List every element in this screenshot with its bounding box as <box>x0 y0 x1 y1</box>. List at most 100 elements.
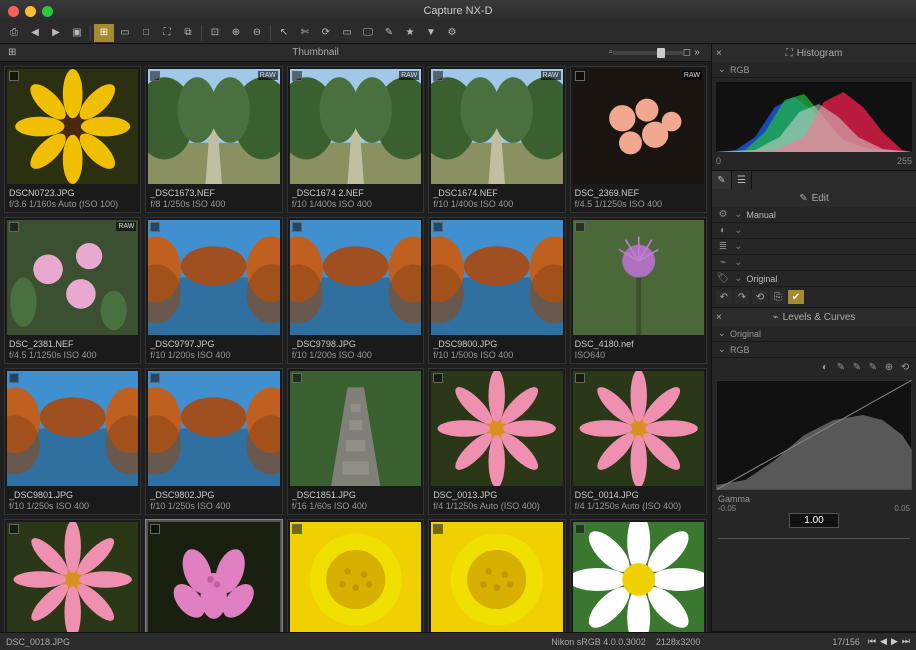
thumbnail-image[interactable] <box>148 371 279 486</box>
edit-row[interactable]: ≣ ⌄ <box>712 239 916 255</box>
thumbnail-cell[interactable]: _DSC9801.JPG f/10 1/250s ISO 400 <box>4 368 141 515</box>
thumbnail-cell[interactable]: RAW DSC_2369.NEF f/4.5 1/1250s ISO 400 <box>570 66 707 213</box>
eyedropper-icon[interactable]: ✎ <box>379 24 399 42</box>
thumbnail-cell[interactable]: DSC_4180.nef ISO640 <box>570 217 707 364</box>
grid-view-icon[interactable]: ⊞ <box>94 24 114 42</box>
edit-row[interactable]: 🏷 ⌄ Original <box>712 271 916 287</box>
compare-icon[interactable]: ⧉ <box>178 24 198 42</box>
chevron-down-icon[interactable]: ⌄ <box>718 344 726 355</box>
star-icon[interactable]: ★ <box>400 24 420 42</box>
thumbnail-image[interactable] <box>148 220 279 335</box>
thumbnail-size-slider[interactable] <box>613 51 683 55</box>
apply-icon[interactable]: ✔ <box>788 290 804 304</box>
thumbnail-cell[interactable]: RAW _DSC1673.NEF f/8 1/250s ISO 400 <box>145 66 282 213</box>
thumbnail-image[interactable]: RAW <box>7 220 138 335</box>
chevron-down-icon[interactable]: ⌄ <box>734 241 742 252</box>
screen-icon[interactable]: 🖵 <box>358 24 378 42</box>
thumbnail-image[interactable] <box>431 220 562 335</box>
levels-channel[interactable]: RGB <box>730 345 750 355</box>
gamma-value-input[interactable]: 1.00 <box>789 513 839 528</box>
nav-prev-icon[interactable]: ◀ <box>880 636 887 647</box>
single-view-icon[interactable]: □ <box>136 24 156 42</box>
edit-tab-meta-icon[interactable]: ☰ <box>732 171 752 189</box>
thumbnail-cell[interactable]: DSC_0013.JPG f/4 1/1250s Auto (ISO 400) <box>428 368 565 515</box>
panel-collapse-icon[interactable]: » <box>691 47 703 58</box>
thumbnail-image[interactable] <box>7 69 138 184</box>
thumbnail-cell[interactable]: DSCN0723.JPG f/3.6 1/160s Auto (ISO 100) <box>4 66 141 213</box>
rotate-icon[interactable]: ⟳ <box>316 24 336 42</box>
thumbnail-image[interactable] <box>573 522 704 632</box>
forward-icon[interactable]: ▶ <box>46 24 66 42</box>
thumbnail-image[interactable] <box>431 522 562 632</box>
reset-curve-icon[interactable]: ⟲ <box>898 360 912 374</box>
thumbnail-image[interactable] <box>148 522 279 632</box>
chevron-down-icon[interactable]: ⌄ <box>734 225 742 236</box>
nav-next-icon[interactable]: ▶ <box>891 636 898 647</box>
chevron-down-icon[interactable]: ⌄ <box>734 257 742 268</box>
thumbnail-cell[interactable]: RAW _DSC1674.NEF f/10 1/400s ISO 400 <box>428 66 565 213</box>
thumbnail-image[interactable] <box>290 371 421 486</box>
chevron-down-icon[interactable]: ⌄ <box>718 328 726 339</box>
close-levels-icon[interactable]: × <box>716 312 722 323</box>
thumbnail-image[interactable] <box>7 371 138 486</box>
thumbnail-cell[interactable]: _DSC9797.JPG f/10 1/200s ISO 400 <box>145 217 282 364</box>
window-minimize-button[interactable] <box>25 6 36 17</box>
thumbnail-image[interactable]: RAW <box>573 69 704 184</box>
fit-icon[interactable]: ⊡ <box>205 24 225 42</box>
print-icon[interactable]: ⎙ <box>4 24 24 42</box>
edit-row[interactable]: ⌁ ⌄ <box>712 255 916 271</box>
add-point-icon[interactable]: ⊕ <box>882 360 896 374</box>
auto-contrast-icon[interactable]: ◐ <box>818 360 832 374</box>
chevron-down-icon[interactable]: ⌄ <box>734 209 742 220</box>
thumbnail-image[interactable] <box>573 220 704 335</box>
edit-row[interactable]: ⚙ ⌄ Manual <box>712 207 916 223</box>
thumbnail-image[interactable] <box>431 371 562 486</box>
straighten-icon[interactable]: ▭ <box>337 24 357 42</box>
undo-icon[interactable]: ↶ <box>716 290 732 304</box>
nav-last-icon[interactable]: ⏭ <box>902 636 910 647</box>
fullscreen-icon[interactable]: ⛶ <box>157 24 177 42</box>
copy-icon[interactable]: ⎘ <box>770 290 786 304</box>
gamma-slider[interactable] <box>718 534 910 544</box>
filmstrip-view-icon[interactable]: ▭ <box>115 24 135 42</box>
thumbnail-image[interactable] <box>290 220 421 335</box>
thumbnail-cell[interactable]: _DSC9800.JPG f/10 1/500s ISO 400 <box>428 217 565 364</box>
thumbnail-cell[interactable]: RAW DSC_2381.NEF f/4.5 1/1250s ISO 400 <box>4 217 141 364</box>
thumbnail-cell[interactable]: RAW _DSC1674 2.NEF f/10 1/400s ISO 400 <box>287 66 424 213</box>
curves-display[interactable] <box>716 380 912 490</box>
white-point-picker-icon[interactable]: ✎ <box>866 360 880 374</box>
gray-point-picker-icon[interactable]: ✎ <box>850 360 864 374</box>
redo-icon[interactable]: ↷ <box>734 290 750 304</box>
chevron-down-icon[interactable]: ⌄ <box>734 273 742 284</box>
thumbnail-cell[interactable]: DSC_0018.JPG f/4 1/160s Auto (ISO 400) <box>145 519 282 632</box>
window-maximize-button[interactable] <box>42 6 53 17</box>
thumbnail-cell[interactable]: DSC_2096.JPG f/7.1 1/1000s ISO 800 <box>287 519 424 632</box>
thumbnail-cell[interactable]: _DSC9802.JPG f/10 1/250s ISO 400 <box>145 368 282 515</box>
nav-first-icon[interactable]: ⏮ <box>868 636 876 647</box>
thumbnail-cell[interactable]: DSC_0014.JPG f/4 1/1250s Auto (ISO 400) <box>570 368 707 515</box>
pointer-icon[interactable]: ↖ <box>274 24 294 42</box>
edit-row[interactable]: ◐ ⌄ <box>712 223 916 239</box>
thumbnail-cell[interactable]: DSC_2098.JPG f/10 1/1000s ISO 800 <box>428 519 565 632</box>
zoom-in-icon[interactable]: ⊕ <box>226 24 246 42</box>
open-icon[interactable]: ▣ <box>67 24 87 42</box>
edit-tab-adjust-icon[interactable]: ✎ <box>712 171 732 189</box>
chevron-down-icon[interactable]: ⌄ <box>718 64 726 75</box>
thumbnail-image[interactable]: RAW <box>148 69 279 184</box>
zoom-out-icon[interactable]: ⊖ <box>247 24 267 42</box>
thumbnail-cell[interactable]: _DSC1851.JPG f/16 1/60s ISO 400 <box>287 368 424 515</box>
settings-icon[interactable]: ⚙ <box>442 24 462 42</box>
window-close-button[interactable] <box>8 6 19 17</box>
thumbnail-cell[interactable]: _DSC9798.JPG f/10 1/200s ISO 400 <box>287 217 424 364</box>
back-icon[interactable]: ◀ <box>25 24 45 42</box>
thumbnail-image[interactable]: RAW <box>290 69 421 184</box>
histogram-channel[interactable]: RGB <box>730 65 750 75</box>
grid-mode-icon[interactable]: ⊞ <box>8 47 22 58</box>
crop-tool-icon[interactable]: ✄ <box>295 24 315 42</box>
thumbnail-cell[interactable]: DSC_2103.JPG f/10 1/1000s ISO 800 <box>570 519 707 632</box>
reset-icon[interactable]: ⟲ <box>752 290 768 304</box>
thumbnail-cell[interactable]: DSC_0015.JPG f/4 1/800s Auto (ISO 400) <box>4 519 141 632</box>
levels-preset[interactable]: Original <box>730 329 761 339</box>
thumbnail-image[interactable] <box>290 522 421 632</box>
close-histogram-icon[interactable]: × <box>716 48 722 59</box>
